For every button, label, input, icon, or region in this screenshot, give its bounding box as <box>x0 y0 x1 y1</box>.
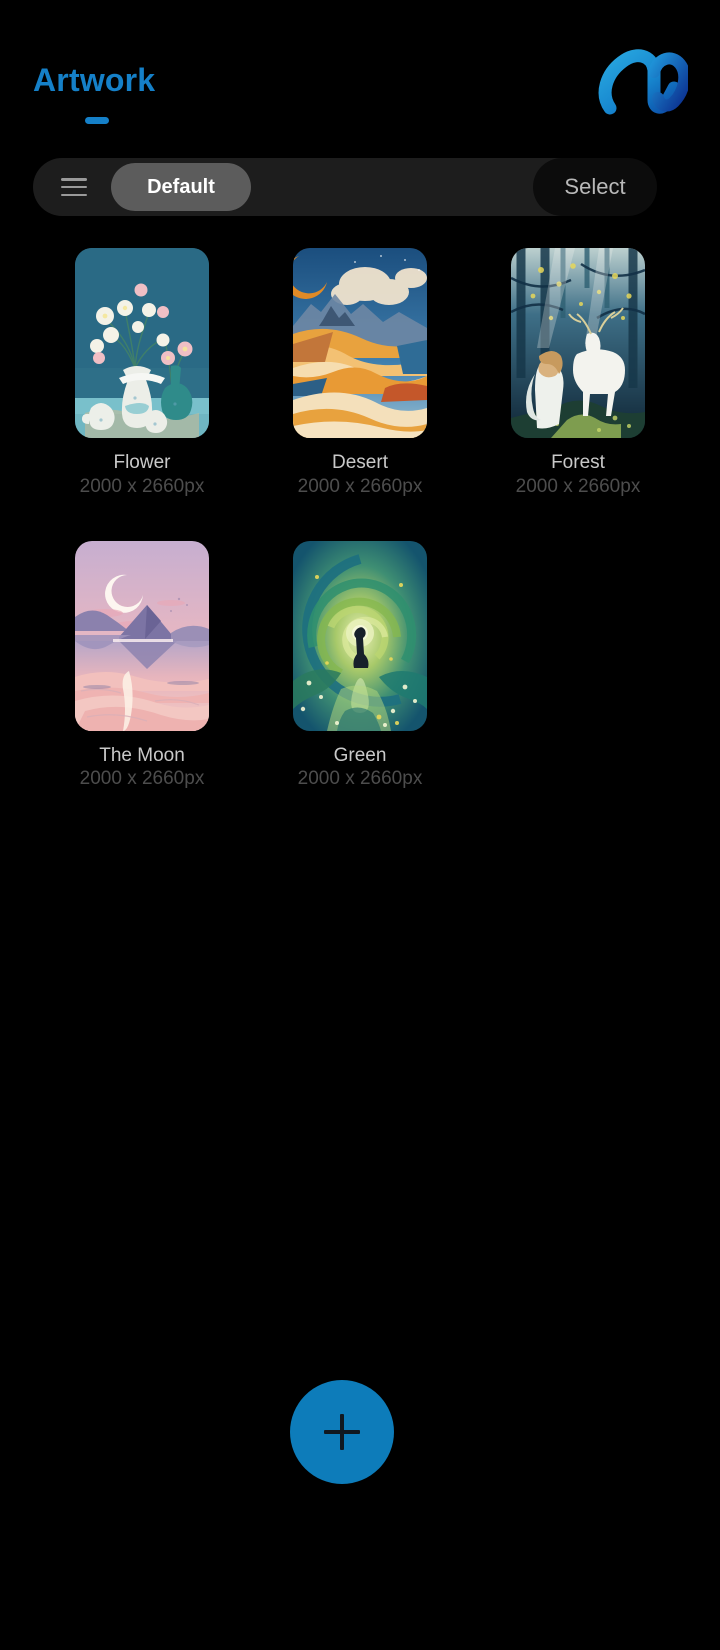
artwork-card[interactable]: The Moon 2000 x 2660px <box>33 540 251 792</box>
page-title: Artwork <box>33 62 156 98</box>
artwork-dimensions: 2000 x 2660px <box>515 475 641 497</box>
plus-icon <box>324 1414 360 1450</box>
select-button-label: Select <box>564 174 626 199</box>
artwork-thumbnail-the-moon[interactable] <box>75 540 209 731</box>
artwork-card[interactable]: Forest 2000 x 2660px <box>469 248 687 499</box>
artwork-card[interactable]: Green 2000 x 2660px <box>251 540 469 792</box>
artwork-dimensions: 2000 x 2660px <box>79 475 205 497</box>
artwork-gallery-screen: Artwork Default Select Flower 2000 x 266… <box>0 0 720 1650</box>
artwork-title: Flower <box>113 452 171 473</box>
artwork-title: Desert <box>332 452 388 473</box>
select-button[interactable]: Select <box>533 158 657 216</box>
header: Artwork <box>0 0 720 150</box>
artwork-thumbnail-flower[interactable] <box>75 248 209 438</box>
artwork-thumbnail-green[interactable] <box>293 540 427 731</box>
artwork-title: Green <box>333 744 387 766</box>
title-underline-accent <box>85 117 109 124</box>
add-artwork-fab[interactable] <box>290 1380 394 1484</box>
artwork-card[interactable]: Desert 2000 x 2660px <box>251 248 469 499</box>
artwork-title: Forest <box>551 452 605 473</box>
artwork-card[interactable]: Flower 2000 x 2660px <box>33 248 251 499</box>
hamburger-menu-icon[interactable] <box>59 175 89 199</box>
brand-m-ribbon-logo <box>596 48 691 120</box>
artwork-grid: Flower 2000 x 2660px Desert 2000 x 2660p… <box>33 248 687 791</box>
artwork-dimensions: 2000 x 2660px <box>297 768 423 790</box>
artwork-thumbnail-forest[interactable] <box>511 248 645 438</box>
artwork-dimensions: 2000 x 2660px <box>79 768 205 790</box>
preset-chip-label: Default <box>147 175 215 198</box>
artwork-title: The Moon <box>99 744 185 766</box>
artwork-dimensions: 2000 x 2660px <box>297 475 423 497</box>
artwork-thumbnail-desert[interactable] <box>293 248 427 438</box>
gallery-toolbar: Default Select <box>33 158 657 216</box>
preset-chip-default[interactable]: Default <box>111 163 251 211</box>
